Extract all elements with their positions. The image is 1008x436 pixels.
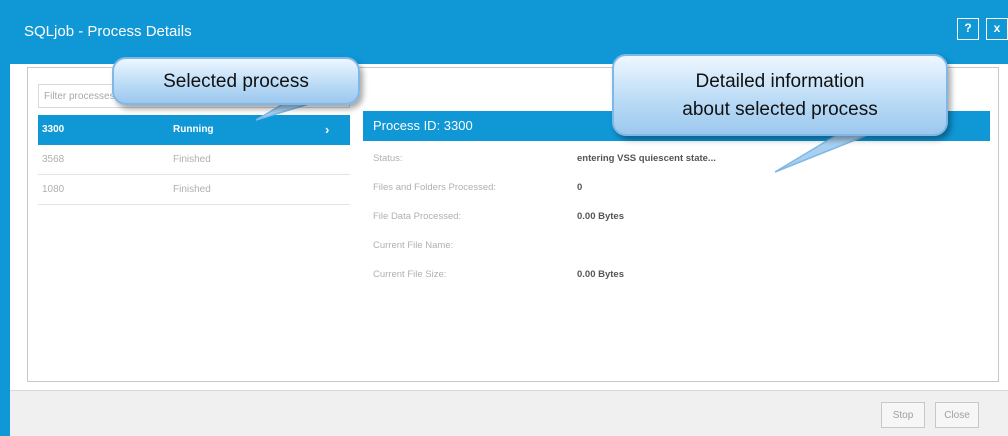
callout-selected-process: Selected process xyxy=(112,57,360,105)
callout-pointer-detail xyxy=(774,129,881,173)
callout-detailed-information: Detailed information about selected proc… xyxy=(612,54,948,136)
callout-line: Detailed information xyxy=(695,71,865,92)
callout-line: about selected process xyxy=(682,99,878,120)
